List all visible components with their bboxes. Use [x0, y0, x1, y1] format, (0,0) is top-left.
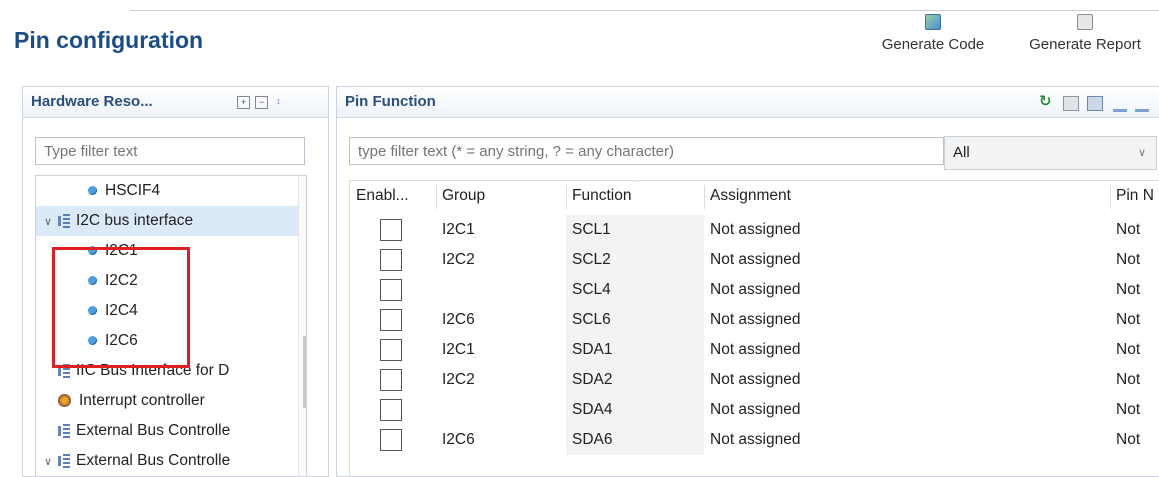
tree-item-i2c-bus-interface[interactable]: ∨ I2C bus interface [36, 206, 306, 237]
gear-icon [58, 394, 71, 408]
cell-assignment: Not assigned [710, 341, 801, 358]
tree-item-external-bus-controller[interactable]: External Bus Controlle [36, 416, 306, 446]
header-divider [130, 10, 1159, 11]
table-row[interactable]: I2C2 SCL2 Not assigned Not [350, 245, 1159, 275]
chevron-up-icon[interactable]: ∧ [299, 180, 306, 192]
cell-function: SCL6 [566, 305, 704, 335]
pin-function-header: Pin Function ↻ [337, 87, 1159, 118]
module-dot-icon [88, 186, 97, 196]
tree-scrollbar[interactable]: ∧ [298, 176, 306, 476]
pin-function-title: Pin Function [345, 93, 436, 110]
pin-function-filter-input[interactable] [349, 137, 944, 165]
export-icon[interactable] [1135, 96, 1149, 112]
cell-assignment: Not assigned [710, 281, 801, 298]
cell-group: I2C2 [442, 371, 475, 388]
table-row[interactable]: I2C6 SCL6 Not assigned Not [350, 305, 1159, 335]
enable-checkbox[interactable] [380, 429, 402, 451]
enable-checkbox[interactable] [380, 249, 402, 271]
cell-function: SDA2 [566, 365, 704, 395]
hardware-resource-header: Hardware Reso... + − ↕ [23, 87, 328, 118]
tree-scroll-thumb[interactable] [303, 336, 306, 408]
cell-pin-number: Not [1116, 251, 1141, 268]
cell-group: I2C6 [442, 431, 475, 448]
category-dropdown[interactable]: All ∨ [944, 136, 1157, 170]
cell-pin-number: Not [1116, 341, 1141, 358]
collapse-all-icon[interactable]: − [255, 96, 268, 109]
hardware-filter-input[interactable] [35, 137, 305, 165]
col-header-group[interactable]: Group [436, 181, 566, 211]
generate-code-icon [925, 14, 941, 30]
peripheral-icon [58, 213, 70, 228]
cell-group: I2C1 [442, 221, 475, 238]
enable-checkbox[interactable] [380, 219, 402, 241]
cell-group: I2C2 [442, 251, 475, 268]
col-header-assignment[interactable]: Assignment [704, 181, 1110, 211]
table-row[interactable]: SCL4 Not assigned Not [350, 275, 1159, 305]
cell-group: I2C6 [442, 311, 475, 328]
chevron-down-icon[interactable]: ∨ [42, 447, 54, 476]
col-header-pin-number[interactable]: Pin N [1110, 181, 1159, 211]
cell-group [436, 275, 566, 305]
pin-function-table: Enabl... Group Function ^ Assignment Pin… [349, 180, 1159, 477]
table-row[interactable]: I2C1 SDA1 Not assigned Not [350, 335, 1159, 365]
tree-item-hscif4[interactable]: HSCIF4 [36, 176, 306, 206]
generate-report-label: Generate Report [1029, 36, 1141, 53]
peripheral-icon [58, 453, 70, 468]
cell-function: SDA1 [566, 335, 704, 365]
generate-report-button[interactable]: Generate Report [1010, 14, 1159, 53]
cell-function: SCL2 [566, 245, 704, 275]
generate-code-label: Generate Code [881, 36, 985, 53]
cell-assignment: Not assigned [710, 251, 801, 268]
table-row[interactable]: I2C2 SDA2 Not assigned Not [350, 365, 1159, 395]
cell-group: I2C1 [442, 341, 475, 358]
hardware-resource-title: Hardware Reso... [31, 93, 153, 110]
enable-checkbox[interactable] [380, 279, 402, 301]
enable-checkbox[interactable] [380, 309, 402, 331]
sort-icon[interactable]: ↕ [273, 96, 284, 107]
import-icon[interactable] [1113, 96, 1127, 112]
enable-checkbox[interactable] [380, 369, 402, 391]
cell-pin-number: Not [1116, 311, 1141, 328]
cell-assignment: Not assigned [710, 401, 801, 418]
cell-function: SDA4 [566, 395, 704, 425]
expand-all-icon[interactable]: + [237, 96, 250, 109]
cell-function: SCL4 [566, 275, 704, 305]
tree-item-interrupt-controller[interactable]: Interrupt controller [36, 386, 306, 416]
tree-item-external-bus-controller-2[interactable]: ∨ External Bus Controlle [36, 446, 306, 476]
cell-function: SCL1 [566, 215, 704, 245]
table-row[interactable]: I2C1 SCL1 Not assigned Not [350, 215, 1159, 245]
cell-assignment: Not assigned [710, 371, 801, 388]
generate-code-button[interactable]: Generate Code [858, 14, 1008, 53]
col-header-enabled[interactable]: Enabl... [350, 181, 436, 211]
export-table-icon[interactable] [1087, 96, 1103, 111]
cell-pin-number: Not [1116, 431, 1141, 448]
chevron-down-icon[interactable]: ∨ [42, 207, 54, 237]
cell-pin-number: Not [1116, 221, 1141, 238]
enable-checkbox[interactable] [380, 339, 402, 361]
printer-icon [1077, 14, 1093, 30]
cell-assignment: Not assigned [710, 431, 801, 448]
peripheral-icon [58, 423, 70, 438]
cell-assignment: Not assigned [710, 311, 801, 328]
cell-pin-number: Not [1116, 401, 1141, 418]
pin-function-panel: Pin Function ↻ All ∨ Enabl... Group Func… [336, 86, 1159, 477]
cell-function: SDA6 [566, 425, 704, 455]
enable-checkbox[interactable] [380, 399, 402, 421]
page-title: Pin configuration [14, 27, 204, 53]
refresh-icon[interactable]: ↻ [1039, 92, 1053, 110]
table-row[interactable]: I2C6 SDA6 Not assigned Not [350, 425, 1159, 455]
cell-pin-number: Not [1116, 371, 1141, 388]
sort-caret-icon: ^ [633, 180, 638, 188]
grid-icon[interactable] [1063, 96, 1079, 111]
table-row[interactable]: SDA4 Not assigned Not [350, 395, 1159, 425]
cell-pin-number: Not [1116, 281, 1141, 298]
cell-group [436, 395, 566, 425]
highlight-box [52, 247, 190, 368]
category-selected-value: All [953, 144, 970, 161]
cell-assignment: Not assigned [710, 221, 801, 238]
chevron-down-icon: ∨ [1137, 147, 1146, 159]
